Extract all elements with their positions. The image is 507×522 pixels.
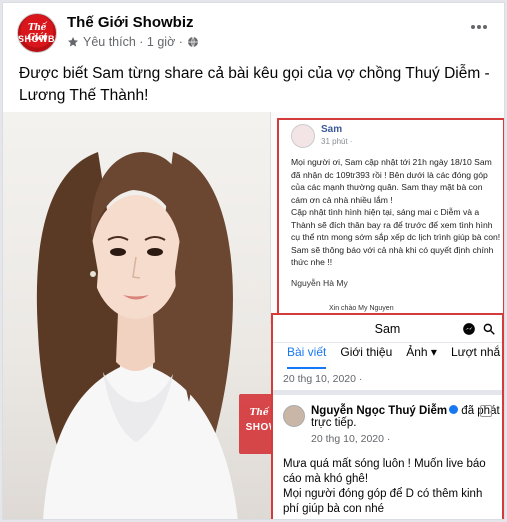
profile-post-date: 20 thg 10, 2020 · [311,433,391,445]
tab-posts: Bài viết [287,345,327,369]
woman-portrait-illustration [36,152,238,519]
author-avatar [283,405,305,427]
profile-author: Nguyễn Ngọc Thuý Diễm đã phát trực tiếp. [311,405,502,429]
sam-avatar [291,124,315,148]
post-card: Thế Giới SHOWBIZ Thế Giới Showbiz Yêu th… [2,2,505,520]
profile-author-name: Nguyễn Ngọc Thuý Diễm [311,405,448,417]
post-header: Thế Giới SHOWBIZ Thế Giới Showbiz Yêu th… [17,13,497,53]
sam-post-frame: Sam 31 phút · Mọi người ơi, Sam cập nhật… [277,118,504,323]
portrait-photo [3,112,273,519]
globe-icon [187,36,198,48]
post-photo[interactable]: Sam 31 phút · Mọi người ơi, Sam cập nhật… [3,112,504,519]
search-icon [483,323,495,335]
profile-topbar-icons [462,322,496,336]
sam-post-signature: Nguyễn Hà My [291,278,348,288]
more-icon [471,25,487,29]
tab-mentions: Lượt nhắ [450,345,501,359]
profile-post-text: Mưa quá mất sóng luôn ! Muốn live báo cá… [283,458,486,515]
sam-post-name: Sam [321,124,343,135]
avatar-logo-bottom: SHOWBIZ [18,34,56,44]
verified-icon [449,405,459,414]
post-meta-text[interactable]: Yêu thích · 1 giờ · [83,35,183,49]
sam-post-time: 31 phút · [321,137,353,146]
sam-post-body: Mọi người ơi, Sam cập nhật tới 21h ngày … [291,157,501,267]
profile-row1-date: 20 thg 10, 2020 · [283,373,363,385]
profile-post-options-icon [480,405,492,417]
page-name[interactable]: Thế Giới Showbiz [67,14,194,31]
tab-about: Giới thiệu [340,345,393,359]
profile-divider [273,390,502,395]
more-options-button[interactable] [465,17,493,37]
sam-post-screenshot: Sam 31 phút · Mọi người ơi, Sam cập nhật… [270,112,504,324]
profile-tabs: Bài viết Giới thiệu Ảnh ▾ Lượt nhắ [273,345,502,369]
page-avatar[interactable]: Thế Giới SHOWBIZ [17,13,57,53]
star-icon [68,37,78,47]
messenger-icon [463,323,475,335]
sam-post-sub: Xin chào My Nguyen [329,305,394,312]
post-caption: Được biết Sam từng share cả bài kêu gọi … [19,65,490,104]
tab-photos: Ảnh ▾ [406,345,437,359]
post-meta: Yêu thích · 1 giờ · [67,35,199,49]
profile-screenshot: Sam Bài viết Giới thiệu Ảnh ▾ Lượt nhắ 2… [271,313,504,519]
profile-topbar: Sam [273,315,502,343]
